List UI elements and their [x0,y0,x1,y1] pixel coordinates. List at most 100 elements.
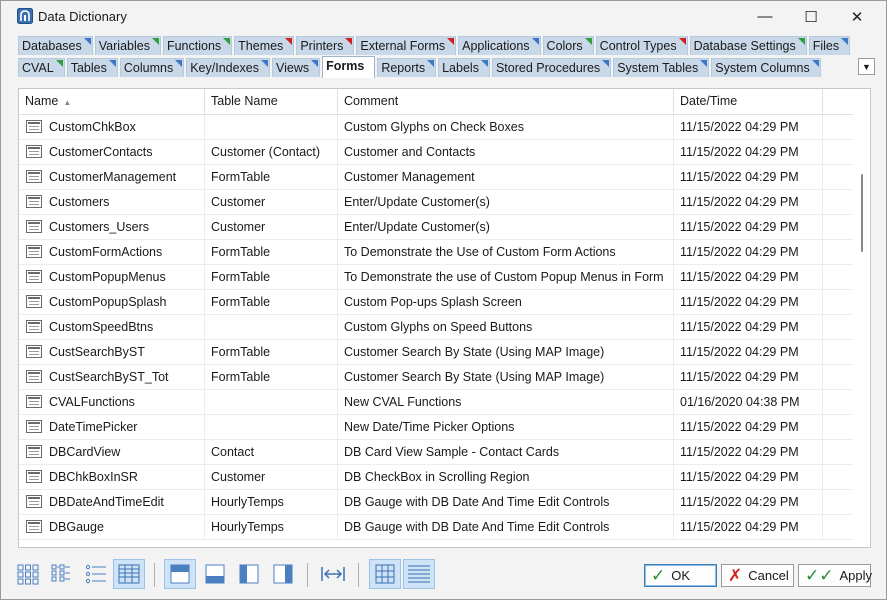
cell-comment: Custom Glyphs on Speed Buttons [338,315,674,339]
details-view-icon[interactable] [113,559,145,589]
large-icons-view-icon[interactable] [12,559,44,589]
column-header-comment[interactable]: Comment [338,89,674,114]
cell-table-name: FormTable [205,290,338,314]
tab-external-forms[interactable]: External Forms [356,36,457,55]
cell-date-time: 11/15/2022 04:29 PM [674,240,823,264]
cell-date-time: 11/15/2022 04:29 PM [674,415,823,439]
cell-date-time: 11/15/2022 04:29 PM [674,440,823,464]
tab-files[interactable]: Files [808,36,851,55]
maximize-button[interactable]: ☐ [788,1,834,32]
tab-flag-icon [602,60,610,67]
tab-applications[interactable]: Applications [458,36,541,55]
table-row[interactable]: CVALFunctions New CVAL Functions 01/16/202… [19,390,853,415]
column-header-table-name[interactable]: Table Name [205,89,338,114]
table-row[interactable]: CustomSpeedBtns Custom Glyphs on Speed Bu… [19,315,853,340]
table-row[interactable]: DBChkBoxInSR Customer DB CheckBox in Scrol… [19,465,853,490]
cell-name: CustomPopupMenus [19,265,205,289]
cell-date-time: 11/15/2022 04:29 PM [674,215,823,239]
cell-comment: To Demonstrate the use of Custom Popup M… [338,265,674,289]
tab-forms[interactable]: Forms [322,56,376,78]
table-row[interactable]: DBCardView Contact DB Card View Sample - C… [19,440,853,465]
column-header-date-time[interactable]: Date/Time [674,89,823,114]
cell-table-name [205,115,338,139]
table-row[interactable]: CustomerManagement FormTable Customer Mana… [19,165,853,190]
table-row[interactable]: Customers_Users Customer Enter/Update Cust… [19,215,853,240]
form-icon [26,220,42,233]
tab-cval[interactable]: CVAL [18,58,65,77]
table-row[interactable]: Customers Customer Enter/Update Customer(s… [19,190,853,215]
forms-grid: Name ▲ Table Name Comment Date/Time Custo… [18,88,871,548]
tab-colors[interactable]: Colors [542,36,594,55]
close-button[interactable]: ✕ [834,1,880,32]
cell-date-time: 11/15/2022 04:29 PM [674,265,823,289]
cell-comment: DB Gauge with DB Date And Time Edit Cont… [338,490,674,514]
tab-printers[interactable]: Printers [296,36,355,55]
tab-dropdown-button[interactable]: ▼ [858,58,875,75]
cell-comment: Enter/Update Customer(s) [338,215,674,239]
form-icon [26,170,42,183]
cell-table-name: FormTable [205,165,338,189]
ok-button[interactable]: ✓ OK [644,564,717,587]
tab-views[interactable]: Views [272,58,321,77]
tab-system-tables[interactable]: System Tables [613,58,710,77]
preview-bottom-icon[interactable] [199,559,231,589]
grid-lines-icon[interactable] [369,559,401,589]
preview-right-icon[interactable] [267,559,299,589]
table-row[interactable]: CustomerContacts Customer (Contact) Custom… [19,140,853,165]
cell-comment: Enter/Update Customer(s) [338,190,674,214]
cell-comment: New Date/Time Picker Options [338,415,674,439]
cell-comment: DB CheckBox in Scrolling Region [338,465,674,489]
app-icon [17,8,33,24]
tab-flag-icon [841,38,849,45]
tab-flag-icon [678,38,686,45]
tab-functions[interactable]: Functions [162,36,233,55]
autosize-columns-icon[interactable] [317,559,349,589]
cell-table-name: Customer (Contact) [205,140,338,164]
table-row[interactable]: DBDateAndTimeEdit HourlyTemps DB Gauge wit… [19,490,853,515]
tab-columns[interactable]: Columns [119,58,185,77]
column-header-name[interactable]: Name ▲ [19,89,205,114]
table-row[interactable]: DBGauge HourlyTemps DB Gauge with DB Date … [19,515,853,540]
table-row[interactable]: DateTimePicker New Date/Time Picker Optio… [19,415,853,440]
tab-labels[interactable]: Labels [438,58,490,77]
table-row[interactable]: CustSearchByST FormTable Customer Search B… [19,340,853,365]
tab-database-settings[interactable]: Database Settings [689,36,807,55]
tab-themes[interactable]: Themes [234,36,295,55]
list-view-icon[interactable] [80,559,112,589]
toolbar-separator [154,563,155,587]
minimize-button[interactable]: — [742,1,788,32]
tab-variables[interactable]: Variables [94,36,161,55]
tab-flag-icon [427,60,435,67]
table-row[interactable]: CustomPopupMenus FormTable To Demonstrate … [19,265,853,290]
tab-tables[interactable]: Tables [66,58,118,77]
small-icons-view-icon[interactable] [45,559,77,589]
cell-name: Customers [19,190,205,214]
cancel-button[interactable]: ✗ Cancel [721,564,794,587]
tab-flag-icon [480,60,488,67]
form-icon [26,370,42,383]
tab-key-indexes[interactable]: Key/Indexes [186,58,270,77]
vertical-scrollbar[interactable] [854,89,870,547]
tab-system-columns[interactable]: System Columns [711,58,821,77]
form-icon [26,445,42,458]
table-row[interactable]: CustSearchByST_Tot FormTable Customer Sear… [19,365,853,390]
tab-reports[interactable]: Reports [377,58,437,77]
tab-control-types[interactable]: Control Types [595,36,688,55]
tab-stored-procedures[interactable]: Stored Procedures [491,58,612,77]
table-row[interactable]: CustomFormActions FormTable To Demonstrate… [19,240,853,265]
scrollbar-thumb[interactable] [861,174,863,252]
table-row[interactable]: CustomChkBox Custom Glyphs on Check Boxes… [19,115,853,140]
cell-name: CustomChkBox [19,115,205,139]
row-lines-icon[interactable] [403,559,435,589]
preview-left-icon[interactable] [233,559,265,589]
tab-databases[interactable]: Databases [18,36,93,55]
table-row[interactable]: CustomPopupSplash FormTable Custom Pop-ups… [19,290,853,315]
cell-name: Customers_Users [19,215,205,239]
tab-flag-icon [447,38,455,45]
tab-flag-icon [175,60,183,67]
preview-top-icon[interactable] [164,559,196,589]
apply-button[interactable]: ✓✓ Apply [798,564,872,587]
tab-flag-icon [108,60,116,67]
tab-flag-icon [285,38,293,45]
tab-flag-icon [531,38,539,45]
